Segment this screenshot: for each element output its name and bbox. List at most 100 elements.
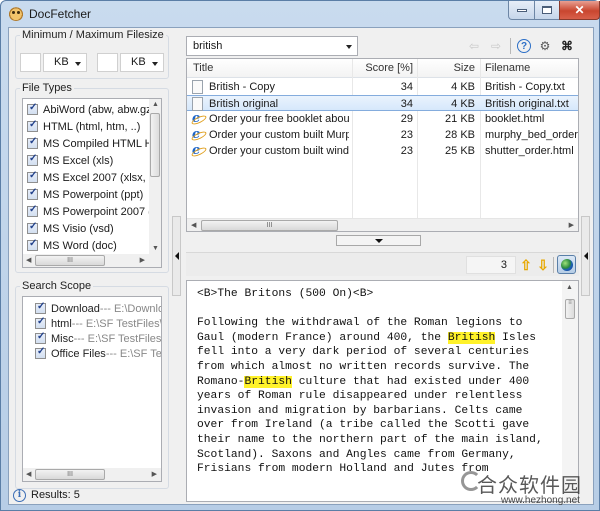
file-types-group: File Types AbiWord (abw, abw.gz, zabw) HT…: [15, 82, 169, 273]
file-type-item[interactable]: MS Compiled HTML Help (chm): [23, 135, 149, 152]
file-type-item[interactable]: AbiWord (abw, abw.gz, zabw): [23, 101, 149, 118]
preview-text-segment: years of Roman rule disappeared under re…: [197, 390, 523, 403]
results-hscrollbar[interactable]: ◀ III ▶: [187, 218, 578, 231]
file-type-checkbox[interactable]: [27, 153, 38, 166]
scroll-thumb[interactable]: ≡: [565, 299, 575, 319]
file-type-item[interactable]: MS Word (doc): [23, 237, 149, 254]
result-score: 29: [400, 113, 413, 125]
info-icon: i: [13, 489, 26, 502]
file-type-checkbox[interactable]: [27, 102, 38, 115]
preview-splitter[interactable]: [186, 234, 579, 248]
close-icon: ✕: [574, 3, 585, 17]
scroll-left-icon[interactable]: ◀: [26, 470, 31, 478]
result-row[interactable]: e Order your custom built Murp... 23 28 KB m…: [187, 127, 578, 143]
scroll-thumb[interactable]: [150, 113, 160, 177]
scope-path: --- E:\SF TestFiles: [105, 347, 161, 360]
file-types-vscrollbar[interactable]: ▲ ▼: [149, 99, 161, 254]
file-type-checkbox[interactable]: [27, 221, 38, 234]
search-scope-checkbox[interactable]: [35, 316, 46, 329]
scope-name: Office Files: [51, 347, 106, 360]
previous-occurrence-icon[interactable]: ⇧: [520, 258, 532, 272]
preview-text: <B>The Britons (500 On)<B> Following the …: [197, 287, 557, 477]
scroll-thumb[interactable]: III: [201, 220, 338, 231]
result-row[interactable]: e Order your free booklet about... 29 21 KB…: [187, 111, 578, 127]
forward-arrow-icon[interactable]: ⇨: [488, 38, 504, 54]
max-unit-select[interactable]: KB: [120, 53, 164, 72]
preferences-icon[interactable]: ⚙: [537, 38, 553, 54]
preview-pane[interactable]: <B>The Britons (500 On)<B> Following the …: [186, 280, 579, 502]
scroll-right-icon[interactable]: ▶: [140, 256, 145, 264]
maximize-panel-icon[interactable]: ⌘: [559, 38, 575, 54]
file-type-checkbox[interactable]: [27, 119, 38, 132]
close-button[interactable]: ✕: [559, 1, 600, 20]
result-filename: British original.txt: [485, 98, 569, 110]
title-bar[interactable]: DocFetcher ✕: [1, 1, 600, 27]
file-type-item[interactable]: HTML (html, htm, ..): [23, 118, 149, 135]
file-type-checkbox[interactable]: [27, 136, 38, 149]
toolbar-separator: [510, 38, 511, 54]
min-unit-select[interactable]: KB: [43, 53, 87, 72]
right-panel-toggle[interactable]: [581, 216, 590, 296]
back-arrow-icon[interactable]: ⇦: [466, 38, 482, 54]
scope-path: --- E:\SF TestFiles\Misc: [73, 332, 161, 345]
toolbar: ⇦ ⇨ ? ⚙ ⌘: [359, 36, 579, 56]
scroll-up-icon[interactable]: ▲: [152, 101, 159, 108]
chevron-down-icon: [152, 62, 158, 66]
next-occurrence-icon[interactable]: ⇩: [537, 258, 549, 272]
result-row[interactable]: British - Copy 34 4 KB British - Copy.txt: [187, 79, 578, 95]
collapse-preview-button[interactable]: [336, 235, 421, 246]
file-type-checkbox[interactable]: [27, 204, 38, 217]
column-size[interactable]: Size: [427, 62, 475, 74]
file-type-item[interactable]: MS Excel (xls): [23, 152, 149, 169]
file-type-checkbox[interactable]: [27, 187, 38, 200]
scroll-right-icon[interactable]: ▶: [152, 470, 157, 478]
help-icon[interactable]: ?: [517, 39, 531, 53]
file-types-hscrollbar[interactable]: ◀ III ▶: [23, 254, 161, 267]
column-filename[interactable]: Filename: [485, 62, 530, 74]
scroll-thumb[interactable]: III: [35, 469, 105, 480]
file-type-item[interactable]: MS Powerpoint (ppt): [23, 186, 149, 203]
search-scope-item[interactable]: Download --- E:\Download: [23, 301, 161, 316]
preview-text-segment: Romano-: [197, 375, 245, 388]
preview-vscrollbar[interactable]: ▲ ≡: [562, 281, 578, 501]
search-scope-checkbox[interactable]: [35, 346, 46, 359]
maximize-button[interactable]: [534, 1, 560, 20]
min-filesize-input[interactable]: [20, 53, 41, 72]
result-size: 28 KB: [445, 129, 475, 141]
minimize-button[interactable]: [508, 1, 535, 20]
column-title[interactable]: Title: [193, 62, 213, 74]
scroll-down-icon[interactable]: ▼: [152, 245, 159, 252]
file-type-checkbox[interactable]: [27, 238, 38, 251]
search-scope-group: Search Scope Download --- E:\Downloadhtm…: [15, 280, 169, 489]
search-scope-checkbox[interactable]: [35, 301, 46, 314]
result-row[interactable]: e Order your custom built wind... 23 25 KB s…: [187, 143, 578, 159]
search-history-dropdown-icon[interactable]: [346, 45, 352, 49]
search-input[interactable]: british: [186, 36, 358, 56]
scroll-up-icon[interactable]: ▲: [566, 284, 573, 291]
preview-line: Following the withdrawal of the Roman le…: [197, 316, 557, 331]
open-in-browser-button[interactable]: [557, 255, 576, 274]
search-scope-hscrollbar[interactable]: ◀ III ▶: [23, 468, 161, 481]
results-table: Title Score [%] Size Filename British - …: [186, 58, 579, 232]
file-type-label: MS Excel 2007 (xlsx, xlsm): [43, 171, 149, 184]
min-unit-value: KB: [54, 56, 69, 68]
file-type-item[interactable]: MS Powerpoint 2007 (pptx): [23, 203, 149, 220]
result-row[interactable]: British original 34 4 KB British original.t…: [187, 95, 578, 111]
file-type-checkbox[interactable]: [27, 170, 38, 183]
search-highlight: British: [244, 375, 292, 388]
search-scope-item[interactable]: Misc --- E:\SF TestFiles\Misc: [23, 331, 161, 346]
scroll-left-icon[interactable]: ◀: [191, 221, 196, 229]
file-type-item[interactable]: MS Excel 2007 (xlsx, xlsm): [23, 169, 149, 186]
scope-name: Download: [51, 302, 100, 315]
search-scope-checkbox[interactable]: [35, 331, 46, 344]
scroll-thumb[interactable]: III: [35, 255, 105, 266]
scroll-left-icon[interactable]: ◀: [26, 256, 31, 264]
file-type-item[interactable]: MS Visio (vsd): [23, 220, 149, 237]
left-panel-toggle[interactable]: [172, 216, 181, 296]
search-scope-item[interactable]: html --- E:\SF TestFiles\html: [23, 316, 161, 331]
preview-line: <B>The Britons (500 On)<B>: [197, 287, 557, 302]
column-score[interactable]: Score [%]: [365, 62, 413, 74]
search-scope-item[interactable]: Office Files --- E:\SF TestFiles: [23, 346, 161, 361]
scroll-right-icon[interactable]: ▶: [569, 221, 574, 229]
max-filesize-input[interactable]: [97, 53, 118, 72]
